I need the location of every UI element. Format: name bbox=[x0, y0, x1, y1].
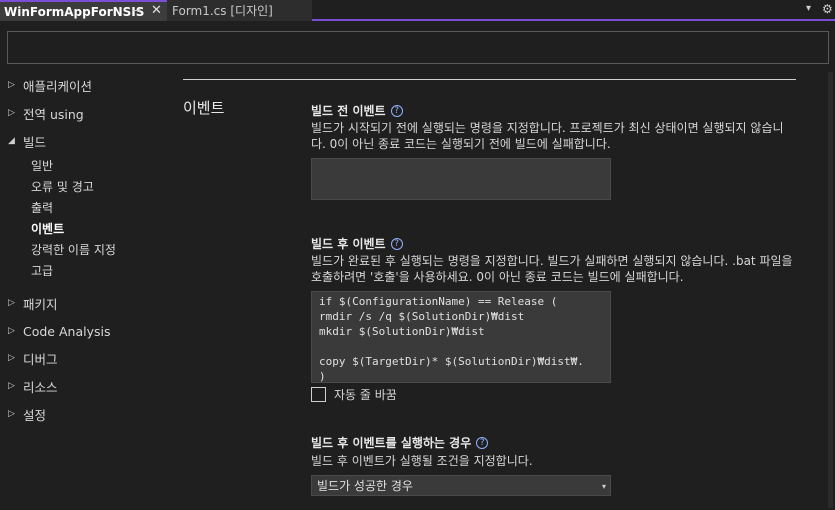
search-input[interactable] bbox=[7, 31, 829, 64]
tab-form1-designer[interactable]: Form1.cs [디자인] bbox=[167, 0, 312, 21]
post-build-title: 빌드 후 이벤트 ? bbox=[311, 235, 403, 252]
nav-subitem-strong-naming[interactable]: 강력한 이름 지정 bbox=[31, 240, 116, 259]
nav-item-label: 설정 bbox=[23, 407, 47, 423]
nav-item-build[interactable]: ◢ 빌드 bbox=[0, 131, 46, 151]
chevron-right-icon: ▷ bbox=[8, 353, 15, 363]
pre-build-description: 빌드가 시작되기 전에 실행되는 명령을 지정합니다. 프로젝트가 최신 상태이… bbox=[311, 121, 784, 151]
tab-list-dropdown-icon[interactable]: ▾ bbox=[806, 3, 811, 14]
post-build-title-text: 빌드 후 이벤트 bbox=[311, 237, 386, 251]
nav-subitem-output[interactable]: 출력 bbox=[31, 198, 53, 217]
chevron-down-icon: ▾ bbox=[601, 482, 606, 491]
nav-item-code-analysis[interactable]: ▷ Code Analysis bbox=[0, 321, 110, 341]
help-icon[interactable]: ? bbox=[476, 436, 489, 449]
word-wrap-checkbox[interactable] bbox=[311, 387, 326, 402]
chevron-right-icon: ▷ bbox=[8, 108, 15, 118]
nav-subitem-advanced[interactable]: 고급 bbox=[31, 261, 53, 280]
section-divider bbox=[183, 79, 796, 80]
nav-item-resources[interactable]: ▷ 리소스 bbox=[0, 376, 58, 396]
section-title: 이벤트 bbox=[183, 99, 225, 117]
tab-label: WinFormAppForNSIS bbox=[4, 4, 145, 19]
pre-build-command-text bbox=[312, 159, 610, 163]
nav-subitem-general[interactable]: 일반 bbox=[31, 156, 53, 175]
chevron-right-icon: ▷ bbox=[8, 298, 15, 308]
nav-subitem-errors-warnings[interactable]: 오류 및 경고 bbox=[31, 177, 94, 196]
gear-icon[interactable]: ⚙ bbox=[822, 2, 833, 16]
post-build-description: 빌드가 완료된 후 실행되는 명령을 지정합니다. 빌드가 실패하면 실행되지 … bbox=[311, 254, 793, 284]
tab-winformappfornsis[interactable]: WinFormAppForNSIS ⊸ ✕ bbox=[0, 0, 167, 21]
run-condition-title: 빌드 후 이벤트를 실행하는 경우 ? bbox=[311, 434, 489, 451]
word-wrap-label: 자동 줄 바꿈 bbox=[334, 388, 397, 402]
document-tab-strip: WinFormAppForNSIS ⊸ ✕ Form1.cs [디자인] ▾ ⚙ bbox=[0, 0, 835, 21]
pin-icon[interactable]: ⊸ bbox=[132, 4, 141, 17]
close-icon[interactable]: ✕ bbox=[151, 3, 162, 18]
nav-item-package[interactable]: ▷ 패키지 bbox=[0, 293, 58, 313]
chevron-right-icon: ▷ bbox=[8, 80, 15, 90]
nav-item-label: 애플리케이션 bbox=[23, 78, 93, 94]
help-icon[interactable]: ? bbox=[390, 104, 403, 117]
nav-item-global-using[interactable]: ▷ 전역 using bbox=[0, 103, 84, 123]
pre-build-title-text: 빌드 전 이벤트 bbox=[311, 104, 386, 118]
help-icon[interactable]: ? bbox=[390, 237, 403, 250]
nav-item-label: 디버그 bbox=[23, 351, 58, 367]
nav-item-settings[interactable]: ▷ 설정 bbox=[0, 404, 46, 424]
chevron-right-icon: ▷ bbox=[8, 409, 15, 419]
post-build-command-text: if $(ConfigurationName) == Release ( rmd… bbox=[319, 295, 584, 383]
nav-item-application[interactable]: ▷ 애플리케이션 bbox=[0, 75, 92, 95]
nav-item-label: Code Analysis bbox=[23, 323, 111, 339]
tab-label: Form1.cs [디자인] bbox=[172, 4, 273, 18]
chevron-down-icon: ◢ bbox=[8, 136, 15, 146]
post-build-command-input[interactable]: if $(ConfigurationName) == Release ( rmd… bbox=[311, 291, 611, 383]
chevron-right-icon: ▷ bbox=[8, 326, 15, 336]
scrollbar-thumb[interactable] bbox=[828, 72, 833, 508]
nav-item-label: 빌드 bbox=[23, 134, 47, 150]
word-wrap-option[interactable]: 자동 줄 바꿈 bbox=[311, 386, 397, 403]
pre-build-command-input[interactable] bbox=[311, 158, 611, 200]
nav-item-label: 리소스 bbox=[23, 379, 58, 395]
run-condition-title-text: 빌드 후 이벤트를 실행하는 경우 bbox=[311, 436, 472, 450]
run-condition-description: 빌드 후 이벤트가 실행될 조건을 지정합니다. bbox=[311, 454, 533, 468]
nav-item-label: 패키지 bbox=[23, 296, 58, 312]
nav-item-label: 전역 using bbox=[23, 106, 84, 122]
nav-subitem-events[interactable]: 이벤트 bbox=[31, 219, 64, 238]
run-condition-select[interactable]: 빌드가 성공한 경우 ▾ bbox=[311, 475, 611, 496]
pre-build-title: 빌드 전 이벤트 ? bbox=[311, 102, 403, 119]
run-condition-selected-value: 빌드가 성공한 경우 bbox=[317, 479, 413, 493]
chevron-right-icon: ▷ bbox=[8, 381, 15, 391]
nav-item-debug[interactable]: ▷ 디버그 bbox=[0, 348, 58, 368]
vertical-scrollbar[interactable] bbox=[826, 70, 835, 510]
